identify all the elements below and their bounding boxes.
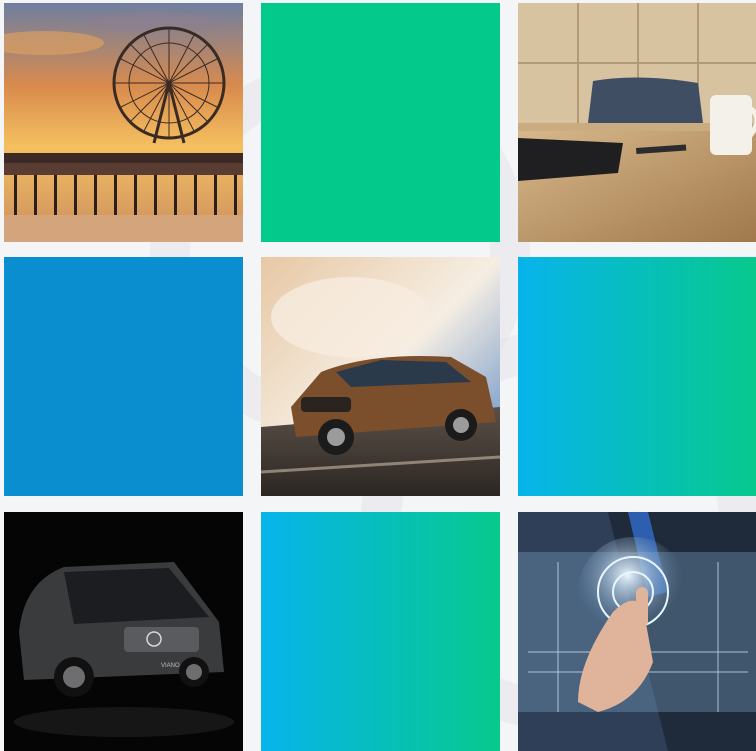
tile-grid: VIANO	[0, 0, 756, 751]
office-desk-image	[518, 3, 756, 242]
tile-gradient[interactable]	[518, 257, 756, 496]
tile-office-photo[interactable]	[518, 3, 756, 242]
tile-minivan-photo[interactable]: VIANO	[4, 512, 243, 751]
minivan-image: VIANO	[4, 512, 243, 751]
color-block	[261, 3, 500, 242]
ferris-wheel-image	[4, 3, 243, 242]
gradient-block	[261, 512, 500, 751]
tile-tech-photo[interactable]	[518, 512, 756, 751]
car-badge: VIANO	[161, 663, 180, 669]
color-block	[4, 257, 243, 496]
tile-ferris-wheel-photo[interactable]	[4, 3, 243, 242]
tile-blue[interactable]	[4, 257, 243, 496]
tile-suv-photo[interactable]	[261, 257, 500, 496]
tile-gradient[interactable]	[261, 512, 500, 751]
touch-interface-image	[518, 512, 756, 751]
tile-green[interactable]	[261, 3, 500, 242]
gradient-block	[518, 257, 756, 496]
suv-image	[261, 257, 500, 496]
